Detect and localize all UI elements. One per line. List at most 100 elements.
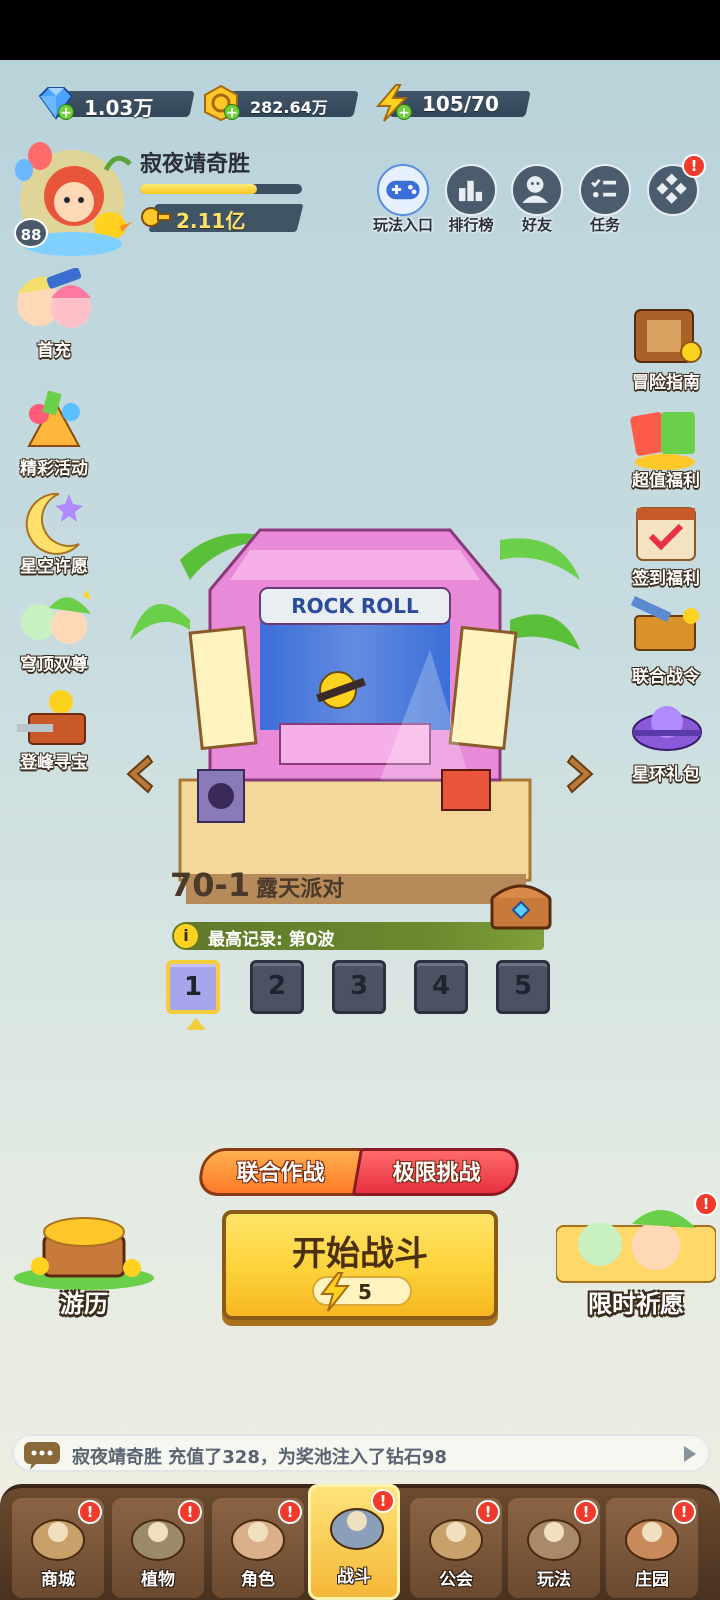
- game-modes-button[interactable]: 玩法入口: [372, 164, 434, 235]
- nav-tab-label: 公会: [439, 1570, 473, 1590]
- nav-alert-icon: !: [278, 1500, 302, 1524]
- energy-counter[interactable]: + 105/70: [372, 84, 532, 122]
- add-gems-icon[interactable]: +: [58, 104, 74, 121]
- start-battle-button[interactable]: 开始战斗 5: [222, 1210, 498, 1320]
- nav-tab-2[interactable]: ! 角色: [212, 1498, 304, 1598]
- stage-number: 70-1: [170, 866, 251, 904]
- calendar-icon: [636, 507, 696, 561]
- energy-cost-value: 5: [358, 1280, 372, 1304]
- nav-alert-icon: !: [574, 1500, 598, 1524]
- wave-button-4[interactable]: 4: [414, 960, 468, 1014]
- stage-sign-text: ROCK ROLL: [291, 594, 419, 618]
- nav-tab-label: 商城: [41, 1570, 75, 1590]
- summit-treasure-icon: [17, 690, 86, 745]
- announcement-text: 寂夜靖奇胜 充值了328，为奖池注入了钻石98: [72, 1447, 447, 1468]
- nav-tab-1[interactable]: ! 植物: [112, 1498, 204, 1598]
- first-recharge-label: 首充: [37, 341, 71, 361]
- coin-counter[interactable]: + 282.64万: [200, 84, 360, 122]
- nav-tab-label: 战斗: [337, 1567, 371, 1587]
- coop-battle-label: 联合作战: [236, 1161, 325, 1186]
- nav-alert-icon: !: [78, 1500, 102, 1524]
- play-arrow-icon[interactable]: [684, 1446, 696, 1462]
- info-icon[interactable]: i: [174, 924, 198, 948]
- start-battle-label: 开始战斗: [292, 1234, 428, 1274]
- reward-chest-icon[interactable]: [486, 876, 556, 932]
- dome-duo-button[interactable]: 穹顶双尊: [2, 582, 106, 675]
- previous-stage-arrow-icon[interactable]: [120, 752, 160, 796]
- tasks-button[interactable]: 任务: [574, 164, 636, 235]
- extreme-challenge-tab[interactable]: 极限挑战: [351, 1148, 523, 1196]
- nav-tab-label: 庄园: [635, 1570, 669, 1590]
- combat-power-icon: [141, 207, 171, 227]
- first-recharge-button[interactable]: 首充: [2, 267, 106, 361]
- wave-button-3[interactable]: 3: [332, 960, 386, 1014]
- xp-fill: [140, 184, 257, 194]
- summit-treasure-label: 登峰寻宝: [20, 753, 88, 773]
- wave-button-1[interactable]: 1: [166, 960, 220, 1014]
- coin-value: 282.64万: [250, 98, 328, 117]
- energy-cost-pill: 5: [312, 1272, 412, 1312]
- stage-name: 露天派对: [256, 877, 345, 902]
- nav-tab-3[interactable]: ! 战斗: [308, 1484, 400, 1600]
- nav-alert-icon: !: [476, 1500, 500, 1524]
- next-stage-arrow-icon[interactable]: [560, 752, 600, 796]
- player-name: 寂夜靖奇胜: [140, 152, 251, 177]
- chat-bubble-icon: [24, 1442, 60, 1470]
- value-welfare-label: 超值福利: [632, 471, 700, 491]
- wave-number: 1: [183, 972, 203, 1002]
- limited-wish-label: 限时祈愿: [588, 1290, 684, 1318]
- events-button[interactable]: 精彩活动: [2, 386, 106, 479]
- star-ring-pack-button[interactable]: 星环礼包: [614, 692, 718, 785]
- starry-wish-button[interactable]: 星空许愿: [2, 484, 106, 577]
- announcement-marquee[interactable]: 寂夜靖奇胜 充值了328，为奖池注入了钻石98: [12, 1434, 710, 1472]
- adventure-guide-label: 冒险指南: [632, 373, 700, 393]
- level-badge: 88: [14, 218, 48, 248]
- more-menu-button[interactable]: !: [642, 154, 706, 216]
- nav-alert-icon: !: [672, 1500, 696, 1524]
- nav-tab-4[interactable]: ! 公会: [410, 1498, 502, 1598]
- stage-title: 70-1 露天派对: [170, 866, 344, 904]
- value-welfare-button[interactable]: 超值福利: [614, 398, 718, 491]
- leaderboard-button[interactable]: 排行榜: [440, 164, 502, 235]
- joint-pass-icon: [630, 596, 699, 651]
- nav-tab-0[interactable]: ! 商城: [12, 1498, 104, 1598]
- adventure-guide-icon: [634, 309, 702, 363]
- limited-wish-button[interactable]: ! 限时祈愿: [555, 1192, 718, 1319]
- nav-tab-6[interactable]: ! 庄园: [606, 1498, 698, 1598]
- events-label: 精彩活动: [20, 459, 88, 479]
- first-recharge-icon: [17, 267, 91, 328]
- wave-button-2[interactable]: 2: [250, 960, 304, 1014]
- nav-alert-icon: !: [178, 1500, 202, 1524]
- star-ring-pack-label: 星环礼包: [632, 765, 700, 785]
- gem-counter[interactable]: + 1.03万: [34, 87, 195, 121]
- nav-tab-label: 玩法: [537, 1570, 571, 1590]
- limited-wish-icon: [555, 1209, 717, 1283]
- nav-alert-icon: !: [371, 1489, 395, 1513]
- wave-number: 3: [349, 971, 369, 1001]
- adventure-guide-button[interactable]: 冒险指南: [614, 300, 718, 393]
- gem-value: 1.03万: [84, 96, 154, 120]
- add-coins-icon[interactable]: +: [224, 104, 240, 121]
- journey-button[interactable]: 游历: [4, 1196, 164, 1319]
- starry-wish-label: 星空许愿: [20, 557, 88, 577]
- coop-battle-tab[interactable]: 联合作战: [195, 1148, 367, 1196]
- journey-label: 游历: [60, 1290, 108, 1318]
- wave-button-5[interactable]: 5: [496, 960, 550, 1014]
- joint-pass-label: 联合战令: [632, 667, 700, 687]
- gamepad-icon: [377, 164, 429, 216]
- bottom-navigation: ! 商城 ! 植物! 角色! 战斗! 公会! 玩法! 庄园: [0, 1484, 720, 1600]
- sign-in-welfare-button[interactable]: 签到福利: [614, 496, 718, 589]
- wave-number: 5: [513, 971, 533, 1001]
- friends-button[interactable]: 好友: [506, 164, 568, 235]
- more-menu-alert-icon: !: [682, 154, 706, 178]
- joint-pass-button[interactable]: 联合战令: [614, 594, 718, 687]
- nav-tab-label: 角色: [241, 1570, 275, 1590]
- add-energy-icon[interactable]: +: [396, 104, 412, 121]
- xp-bar: [140, 184, 302, 194]
- nav-tab-5[interactable]: ! 玩法: [508, 1498, 600, 1598]
- summit-treasure-button[interactable]: 登峰寻宝: [2, 680, 106, 773]
- limited-wish-alert-icon: !: [694, 1192, 718, 1216]
- game-screen: + 1.03万 + 282.64万 + 105/70 88 寂夜靖奇胜 2.11…: [0, 60, 720, 1600]
- stage-island-image[interactable]: ROCK ROLL: [120, 480, 590, 930]
- leaderboard-icon: [445, 164, 497, 216]
